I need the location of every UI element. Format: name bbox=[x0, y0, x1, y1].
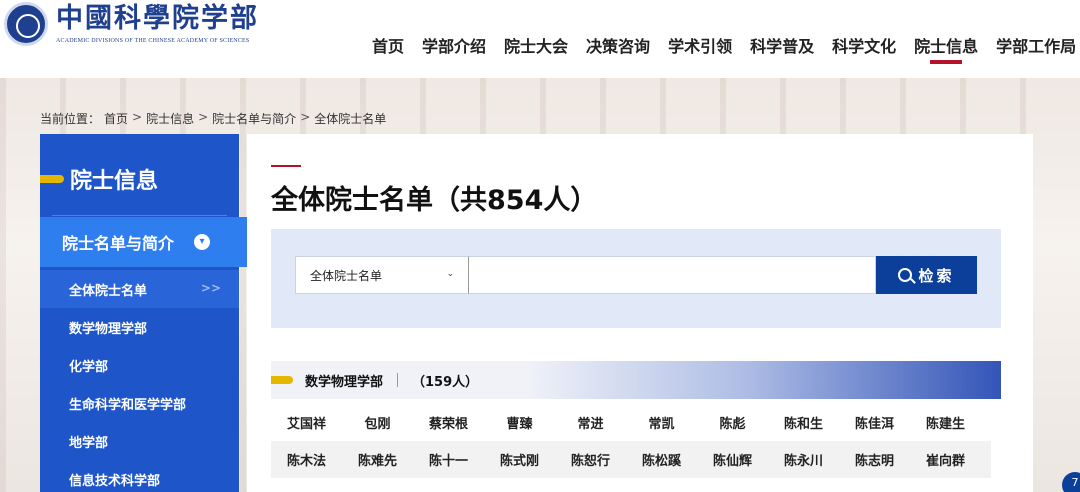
section-name: 数学物理学部 bbox=[305, 374, 384, 390]
sidebar-item-earth-sciences[interactable]: 地学部 bbox=[40, 422, 239, 460]
sidebar-title-marker bbox=[40, 175, 64, 183]
sidebar-submenu-toggle[interactable]: 院士名单与简介 ▾ bbox=[40, 217, 247, 267]
academician-name-link[interactable]: 陈永川 bbox=[768, 450, 839, 469]
academician-name-link[interactable]: 陈佳洱 bbox=[839, 413, 910, 432]
sidebar-item-math-physics[interactable]: 数学物理学部 bbox=[40, 308, 239, 346]
nav-general-assembly[interactable]: 院士大会 bbox=[504, 33, 568, 57]
sidebar-list: 全体院士名单 >> 数学物理学部 化学部 生命科学和医学学部 地学部 信息技术科… bbox=[40, 270, 239, 492]
section-count: （159人） bbox=[412, 374, 479, 390]
double-chevron-right-icon: >> bbox=[200, 281, 221, 295]
category-select[interactable]: 全体院士名单 ⌄ bbox=[295, 256, 468, 294]
floating-action-button[interactable]: 7 bbox=[1062, 472, 1080, 492]
category-select-value: 全体院士名单 bbox=[310, 268, 383, 283]
breadcrumb-separator: > bbox=[132, 110, 143, 124]
sidebar: 院士信息 院士名单与简介 ▾ 全体院士名单 >> 数学物理学部 化学部 生命科学… bbox=[40, 134, 247, 492]
search-button-label: 检索 bbox=[918, 266, 955, 285]
logo-english-text: ACADEMIC DIVISIONS OF THE CHINESE ACADEM… bbox=[56, 38, 250, 44]
section-marker bbox=[271, 376, 293, 384]
breadcrumb-separator: > bbox=[300, 110, 311, 124]
logo-chinese-text: 中國科學院学部 bbox=[56, 3, 259, 34]
sidebar-item-life-medical[interactable]: 生命科学和医学学部 bbox=[40, 384, 239, 422]
academician-name-link[interactable]: 陈松蹊 bbox=[626, 450, 697, 469]
name-row: 陈木法 陈难先 陈十一 陈式刚 陈恕行 陈松蹊 陈仙辉 陈永川 陈志明 崔向群 bbox=[271, 441, 991, 478]
sidebar-item-label: 数学物理学部 bbox=[69, 321, 148, 337]
academician-name-grid: 艾国祥 包刚 蔡荣根 曹臻 常进 常凯 陈彪 陈和生 陈佳洱 陈建生 陈木法 陈… bbox=[271, 404, 991, 478]
academician-name-link[interactable]: 陈彪 bbox=[697, 413, 768, 432]
name-row: 艾国祥 包刚 蔡荣根 曹臻 常进 常凯 陈彪 陈和生 陈佳洱 陈建生 bbox=[271, 404, 991, 441]
nav-consulting[interactable]: 决策咨询 bbox=[586, 33, 650, 57]
main-content: 全体院士名单（共854人） 全体院士名单 ⌄ 检索 数学物理学部 （159人） … bbox=[247, 134, 1033, 492]
cas-emblem-icon bbox=[4, 2, 48, 46]
sidebar-item-chemistry[interactable]: 化学部 bbox=[40, 346, 239, 384]
academician-name-link[interactable]: 陈式刚 bbox=[484, 450, 555, 469]
sidebar-title: 院士信息 bbox=[70, 169, 159, 194]
breadcrumb-prefix: 当前位置： bbox=[40, 112, 101, 126]
nav-bureau[interactable]: 学部工作局 bbox=[996, 33, 1076, 57]
chevron-down-icon: ▾ bbox=[194, 234, 211, 250]
sidebar-item-label: 化学部 bbox=[69, 359, 109, 375]
page-title: 全体院士名单（共854人） bbox=[271, 185, 598, 216]
breadcrumb-home[interactable]: 首页 bbox=[104, 110, 128, 127]
site-logo[interactable]: 中國科學院学部 ACADEMIC DIVISIONS OF THE CHINES… bbox=[4, 2, 259, 46]
breadcrumb-separator: > bbox=[198, 110, 209, 124]
section-header: 数学物理学部 （159人） bbox=[271, 361, 1001, 399]
academician-name-link[interactable]: 陈建生 bbox=[910, 413, 981, 432]
search-panel: 全体院士名单 ⌄ 检索 bbox=[271, 229, 1001, 328]
academician-name-link[interactable]: 蔡荣根 bbox=[413, 413, 484, 432]
academician-name-link[interactable]: 包刚 bbox=[342, 413, 413, 432]
academician-name-link[interactable]: 陈和生 bbox=[768, 413, 839, 432]
sidebar-item-label: 信息技术科学部 bbox=[69, 473, 161, 489]
breadcrumb: 当前位置： 首页 > 院士信息 > 院士名单与简介 > 全体院士名单 bbox=[40, 110, 386, 127]
nav-academic-leadership[interactable]: 学术引领 bbox=[668, 33, 732, 57]
academician-name-link[interactable]: 陈恕行 bbox=[555, 450, 626, 469]
academician-name-link[interactable]: 陈难先 bbox=[342, 450, 413, 469]
academician-name-link[interactable]: 崔向群 bbox=[910, 450, 981, 469]
academician-name-link[interactable]: 常凯 bbox=[626, 413, 697, 432]
academician-name-link[interactable]: 陈志明 bbox=[839, 450, 910, 469]
search-button[interactable]: 检索 bbox=[876, 256, 977, 294]
nav-home[interactable]: 首页 bbox=[372, 33, 404, 57]
breadcrumb-current: 全体院士名单 bbox=[314, 112, 387, 126]
nav-science-popularization[interactable]: 科学普及 bbox=[750, 33, 814, 57]
sidebar-item-label: 地学部 bbox=[69, 435, 109, 451]
section-divider bbox=[397, 373, 399, 387]
nav-science-culture[interactable]: 科学文化 bbox=[832, 33, 896, 57]
chevron-down-icon: ⌄ bbox=[446, 269, 454, 279]
title-accent-line bbox=[271, 165, 301, 167]
sidebar-item-label: 生命科学和医学学部 bbox=[69, 397, 187, 413]
academician-name-link[interactable]: 艾国祥 bbox=[271, 413, 342, 432]
sidebar-item-all-academicians[interactable]: 全体院士名单 >> bbox=[40, 270, 239, 308]
sidebar-submenu-title: 院士名单与简介 bbox=[62, 234, 175, 253]
academician-name-link[interactable]: 陈仙辉 bbox=[697, 450, 768, 469]
main-nav: 首页 学部介绍 院士大会 决策咨询 学术引领 科学普及 科学文化 院士信息 学部… bbox=[372, 33, 1080, 64]
breadcrumb-list-intro[interactable]: 院士名单与简介 bbox=[212, 110, 296, 127]
search-icon bbox=[898, 268, 913, 282]
nav-academician-info[interactable]: 院士信息 bbox=[914, 33, 978, 64]
breadcrumb-academician-info[interactable]: 院士信息 bbox=[146, 110, 194, 127]
site-header: 中國科學院学部 ACADEMIC DIVISIONS OF THE CHINES… bbox=[0, 0, 1080, 78]
sidebar-item-label: 全体院士名单 bbox=[69, 283, 148, 299]
search-input[interactable] bbox=[468, 256, 876, 294]
academician-name-link[interactable]: 曹臻 bbox=[484, 413, 555, 432]
sidebar-item-info-tech[interactable]: 信息技术科学部 bbox=[40, 460, 239, 492]
academician-name-link[interactable]: 陈十一 bbox=[413, 450, 484, 469]
academician-name-link[interactable]: 陈木法 bbox=[271, 450, 342, 469]
nav-division-intro[interactable]: 学部介绍 bbox=[422, 33, 486, 57]
academician-name-link[interactable]: 常进 bbox=[555, 413, 626, 432]
